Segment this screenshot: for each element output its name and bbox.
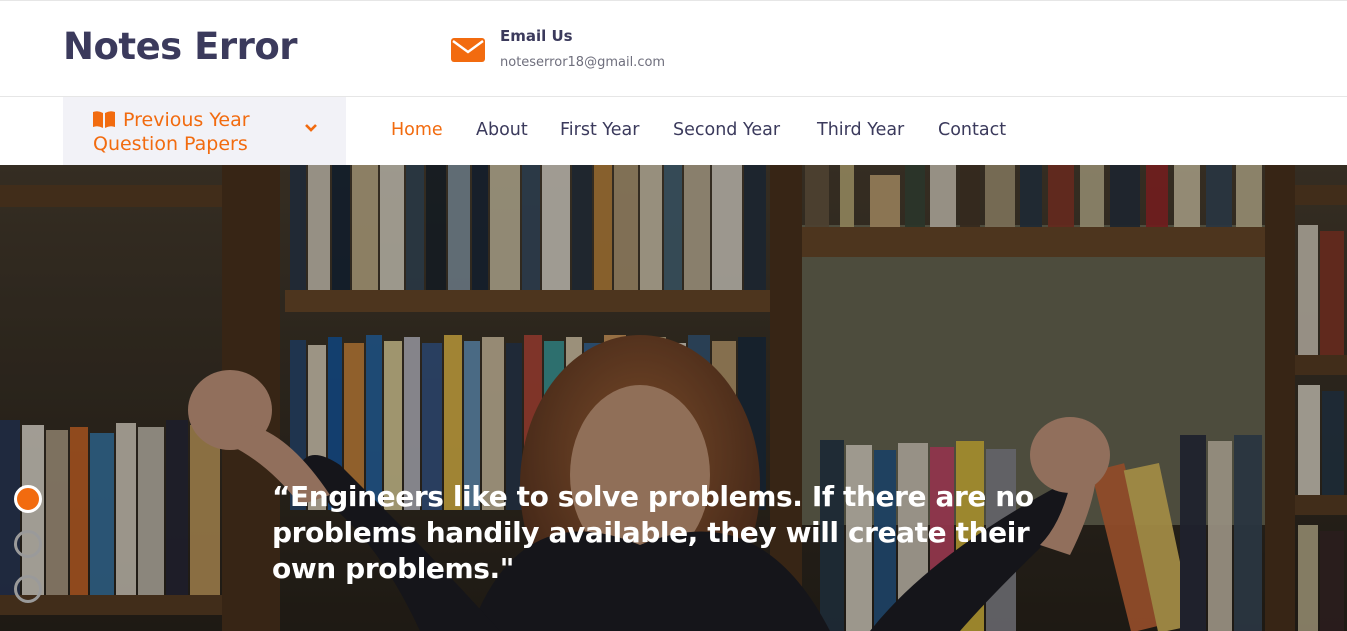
top-header: Notes Error Email Us noteserror18@gmail.…	[0, 0, 1347, 97]
nav-contact[interactable]: Contact	[938, 120, 1006, 140]
question-papers-dropdown[interactable]: Previous Year Question Papers	[63, 97, 346, 165]
nav-second-year[interactable]: Second Year	[673, 120, 780, 140]
nav-home[interactable]: Home	[391, 120, 443, 140]
email-address[interactable]: noteserror18@gmail.com	[500, 55, 665, 70]
dropdown-label: Previous Year Question Papers	[93, 109, 250, 155]
hero-slider: “Engineers like to solve problems. If th…	[0, 165, 1347, 631]
chevron-down-icon	[305, 124, 317, 132]
nav-third-year[interactable]: Third Year	[817, 120, 904, 140]
slider-dot-2[interactable]	[14, 530, 42, 558]
nav-about[interactable]: About	[476, 120, 528, 140]
slider-dot-1[interactable]	[14, 485, 42, 513]
slider-dot-3[interactable]	[14, 575, 42, 603]
nav-first-year[interactable]: First Year	[560, 120, 639, 140]
email-label: Email Us	[500, 27, 573, 45]
site-logo[interactable]: Notes Error	[63, 25, 298, 68]
hero-quote: “Engineers like to solve problems. If th…	[272, 480, 1034, 585]
main-nav: Previous Year Question Papers Home About…	[0, 97, 1347, 165]
envelope-icon	[451, 38, 485, 62]
